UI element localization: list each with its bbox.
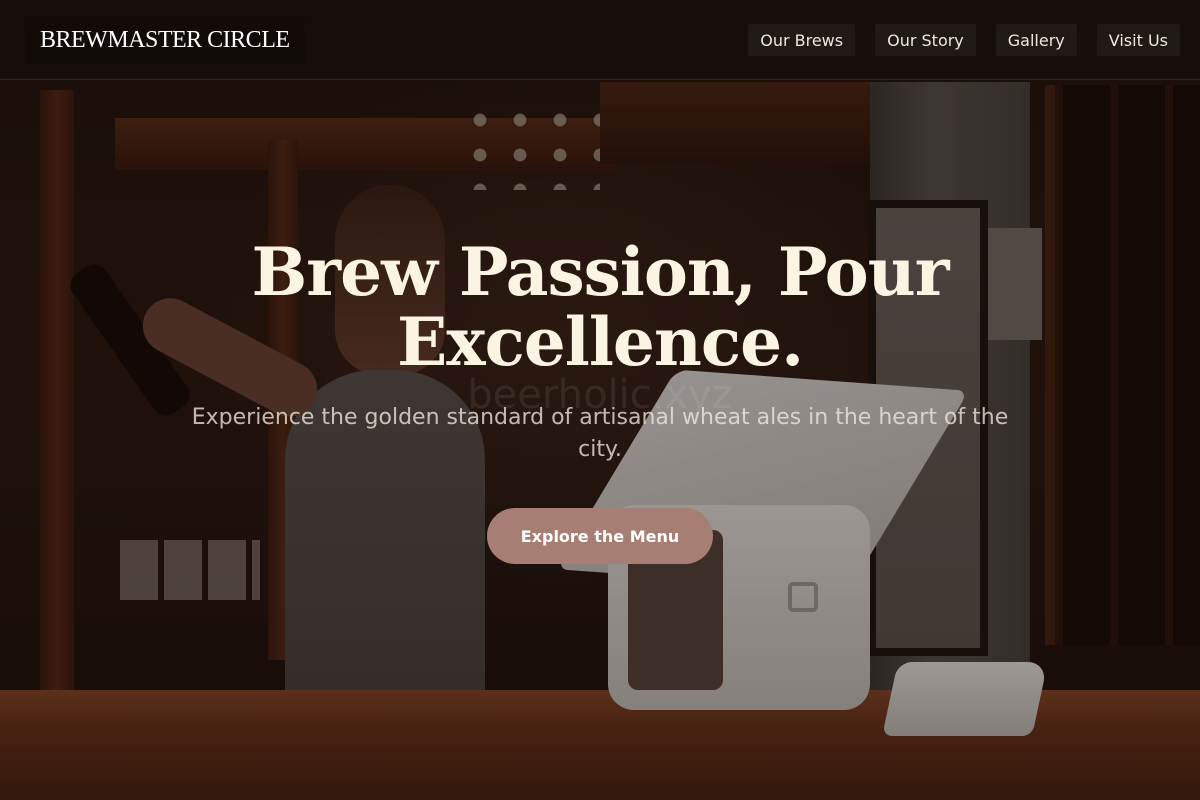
hero-title: Brew Passion, Pour Excellence. [251,233,950,381]
hero-subtitle: Experience the golden standard of artisa… [191,405,1009,462]
nav-link-our-story[interactable]: Our Story [875,24,976,56]
brand-logo[interactable]: BREWMASTER CIRCLE [25,16,305,64]
nav-link-gallery[interactable]: Gallery [995,24,1077,56]
explore-menu-button[interactable]: Explore the Menu [487,508,713,564]
site-header: BREWMASTER CIRCLE Our Brews Our Story Ga… [0,0,1200,80]
nav-link-our-brews[interactable]: Our Brews [748,24,856,56]
hero-section: beerholic.xyz Brew Passion, Pour Excelle… [0,80,1200,800]
nav-link-visit-us[interactable]: Visit Us [1096,24,1180,56]
main-nav: Our Brews Our Story Gallery Visit Us [748,24,1180,56]
